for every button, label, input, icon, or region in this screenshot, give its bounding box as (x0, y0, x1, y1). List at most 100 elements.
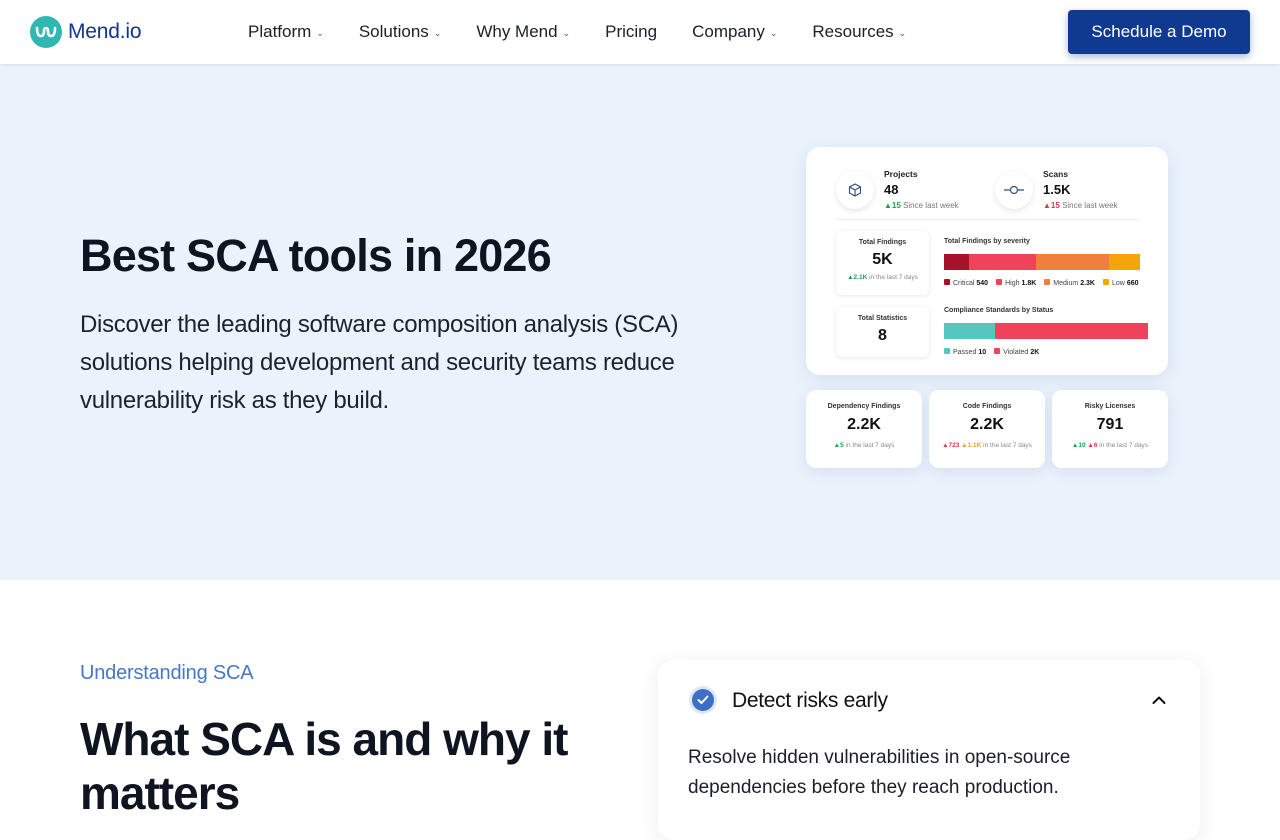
card-change: ▲5 in the last 7 days (833, 442, 895, 449)
legend-label: Passed (953, 349, 977, 356)
hero-title: Best SCA tools in 2026 (80, 230, 552, 281)
card-label: Total Statistics (857, 315, 908, 322)
chevron-down-icon: ⌄ (769, 27, 778, 38)
schedule-demo-button[interactable]: Schedule a Demo (1068, 10, 1250, 54)
card-change-value: 723 (948, 442, 960, 449)
kpi-change: ▲15 Since last week (884, 201, 959, 210)
accordion-title[interactable]: Detect risks early (732, 689, 888, 713)
brand-name: Mend.io (68, 20, 142, 43)
compliance-legend-item: Passed 10 (944, 348, 986, 356)
code-findings-card: Code Findings 2.2K ▲723 ▲1.1K in the las… (929, 390, 1045, 468)
arrow-up-icon: ▲ (884, 201, 892, 210)
legend-label: Violated (1003, 349, 1029, 356)
cube-icon (836, 171, 874, 209)
chevron-down-icon: ⌄ (898, 27, 907, 38)
dependency-findings-card: Dependency Findings 2.2K ▲5 in the last … (806, 390, 922, 468)
card-change: ▲723 ▲1.1K in the last 7 days (942, 442, 1032, 449)
nav-item-resources[interactable]: Resources ⌄ (812, 22, 906, 42)
section-eyebrow: Understanding SCA (80, 662, 254, 684)
card-change: ▲10 ▲6 in the last 7 days (1071, 442, 1149, 449)
severity-legend-item: Medium 2.3K (1044, 279, 1095, 287)
legend-swatch (1044, 279, 1051, 285)
nav-item-pricing[interactable]: Pricing (605, 22, 657, 42)
card-value: 2.2K (970, 416, 1004, 433)
card-change-value: 1.1K (967, 442, 982, 449)
chevron-up-icon[interactable] (1152, 692, 1166, 710)
hero-section: Best SCA tools in 2026 Discover the lead… (0, 64, 1280, 580)
chevron-down-icon: ⌄ (316, 27, 324, 38)
top-navigation: Mend.io Platform ⌄ Solutions ⌄ Why Mend ⌄ P… (0, 0, 1280, 64)
severity-segment-medium (1036, 254, 1109, 270)
legend-label: High (1005, 280, 1020, 287)
projects-kpi: Projects 48 ▲15 Since last week (836, 169, 959, 210)
kpi-label: Projects (884, 169, 918, 179)
card-label: Risky Licenses (1084, 403, 1136, 410)
nav-item-label: Resources (812, 22, 894, 41)
accordion-body: Resolve hidden vulnerabilities in open-s… (688, 747, 1071, 798)
legend-swatch (994, 348, 1001, 354)
section-title: What SCA is and why it matters (80, 713, 568, 819)
brand-logo[interactable]: Mend.io (30, 16, 142, 48)
legend-swatch (996, 279, 1003, 285)
total-statistics-card: Total Statistics 8 (836, 307, 929, 357)
card-change: ▲2.1K in the last 7 days (847, 274, 918, 281)
kpi-change-value: 15 (1050, 201, 1060, 210)
arrow-up-icon: ▲ (1043, 201, 1051, 210)
main-menu: Platform ⌄ Solutions ⌄ Why Mend ⌄ Pricing C… (248, 0, 941, 64)
total-findings-card: Total Findings 5K ▲2.1K in the last 7 da… (836, 231, 929, 295)
card-value: 791 (1096, 416, 1124, 433)
accordion-item-detect-risks: Detect risks early Resolve hidden vulner… (658, 660, 1200, 840)
legend-value: 660 (1126, 280, 1139, 287)
kpi-change-text: Since last week (903, 201, 959, 210)
card-value: 5K (872, 251, 893, 268)
severity-title: Total Findings by severity (944, 238, 1030, 245)
compliance-segment-violated (995, 323, 1148, 339)
divider (836, 219, 1138, 220)
card-change-text: in the last 7 days (845, 442, 895, 449)
legend-swatch (1102, 279, 1109, 285)
nav-item-label: Pricing (605, 22, 658, 41)
severity-legend-item: High 1.8K (996, 279, 1036, 287)
check-circle-icon (692, 689, 714, 711)
card-change-value: 6 (1093, 442, 1098, 449)
scans-kpi: Scans 1.5K ▲15 Since last week (995, 169, 1118, 210)
compliance-legend: Passed 10 Violated 2K (944, 348, 1039, 356)
legend-label: Medium (1053, 280, 1079, 287)
card-label: Code Findings (962, 403, 1012, 410)
severity-legend: Critical 540 High 1.8K Medium 2.3K Low 660 (944, 279, 1139, 287)
legend-value: 540 (976, 280, 989, 287)
kpi-label: Scans (1043, 169, 1069, 179)
legend-value: 10 (978, 349, 987, 356)
severity-segment-high (969, 254, 1037, 270)
chevron-down-icon: ⌄ (433, 27, 442, 38)
legend-value: 2K (1030, 349, 1040, 356)
chevron-down-icon: ⌄ (562, 27, 571, 38)
nav-item-label: Company (692, 22, 765, 41)
card-change-text: in the last 7 days (1099, 442, 1149, 449)
card-label: Dependency Findings (827, 403, 901, 410)
commit-icon (995, 171, 1033, 209)
legend-label: Low (1111, 280, 1125, 287)
card-change-text: in the last 7 days (869, 274, 918, 281)
kpi-change-text: Since last week (1062, 201, 1118, 210)
compliance-title: Compliance Standards by Status (944, 307, 1054, 314)
nav-item-label: Platform (248, 22, 312, 41)
nav-item-company[interactable]: Company ⌄ (692, 22, 777, 42)
nav-item-platform[interactable]: Platform ⌄ (248, 22, 324, 42)
severity-segment-critical (944, 254, 970, 270)
mend-logo-icon (30, 16, 62, 48)
card-value: 8 (878, 327, 887, 344)
card-change-text: in the last 7 days (983, 442, 1032, 449)
severity-segment-low (1108, 254, 1140, 270)
nav-item-solutions[interactable]: Solutions ⌄ (359, 22, 441, 42)
severity-legend-item: Critical 540 (944, 279, 988, 287)
nav-item-label: Why Mend (476, 22, 558, 41)
nav-item-label: Solutions (358, 22, 429, 41)
legend-swatch (944, 348, 950, 354)
legend-value: 2.3K (1080, 280, 1095, 287)
card-change-value: 2.1K (853, 274, 868, 281)
card-label: Total Findings (858, 239, 907, 246)
severity-legend-item: Low 660 (1102, 279, 1139, 287)
nav-item-why-mend[interactable]: Why Mend ⌄ (476, 22, 570, 42)
dashboard-card: Projects 48 ▲15 Since last week Scans 1.… (806, 147, 1168, 375)
